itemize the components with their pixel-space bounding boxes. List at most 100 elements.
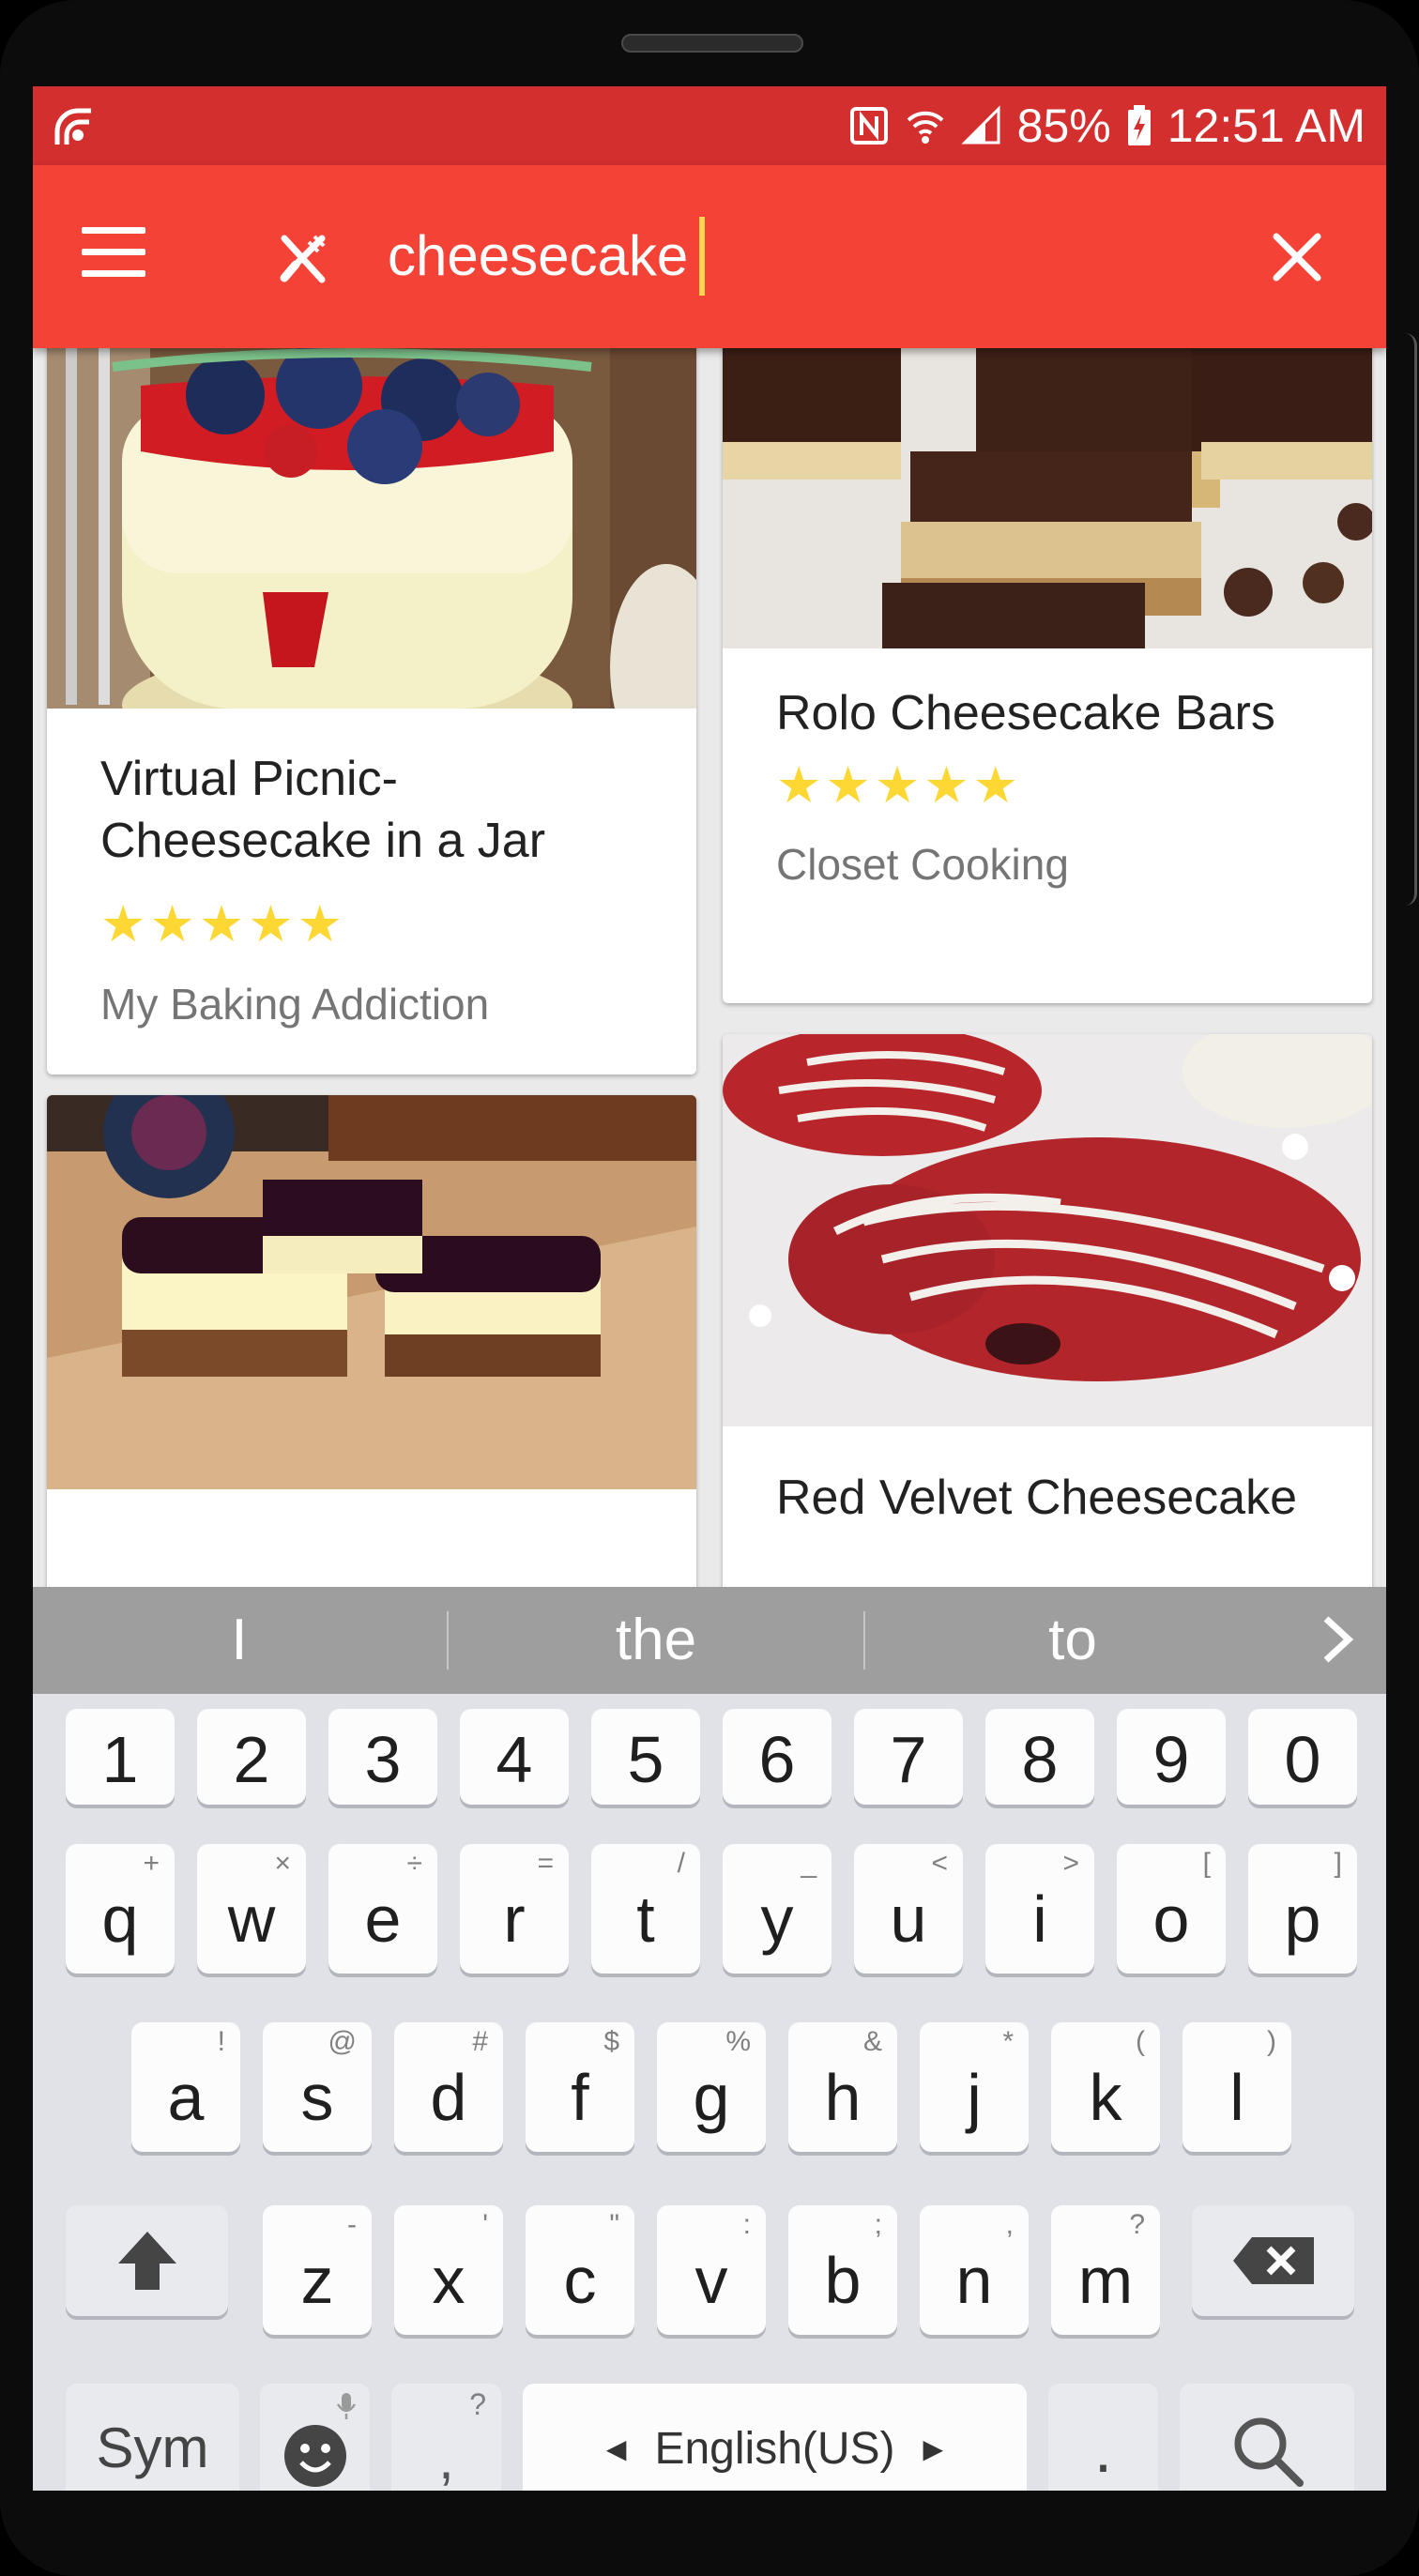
key[interactable]: z-: [263, 2205, 372, 2335]
key[interactable]: e ÷: [328, 1844, 437, 1974]
key[interactable]: 3: [328, 1709, 437, 1805]
key[interactable]: 7: [854, 1709, 963, 1805]
period-key[interactable]: .: [1048, 2384, 1158, 2491]
key[interactable]: j *: [920, 2022, 1029, 2152]
key-label: s: [300, 2061, 334, 2134]
key-label: b: [824, 2244, 862, 2317]
signal-notification-icon: [54, 108, 91, 145]
key-label: k: [1089, 2061, 1122, 2134]
language-left-arrow[interactable]: ◀: [606, 2433, 627, 2464]
keyboard-suggestion-bar: I the to: [33, 1587, 1386, 1694]
recipe-card[interactable]: Rolo Cheesecake Bars ★★★★★ Closet Cookin…: [723, 311, 1372, 1003]
language-label: English(US): [654, 2424, 895, 2474]
key[interactable]: 0: [1248, 1709, 1357, 1805]
battery-percent: 85%: [1016, 99, 1111, 152]
clock: 12:51 AM: [1167, 99, 1366, 152]
key-secondary-label: !: [217, 2026, 225, 2057]
key-label: o: [1152, 1882, 1190, 1956]
key[interactable]: y _: [723, 1844, 832, 1974]
key[interactable]: s @: [263, 2022, 372, 2152]
suggestion-item[interactable]: to: [865, 1587, 1280, 1694]
suggestion-item[interactable]: the: [449, 1587, 863, 1694]
close-icon[interactable]: [1267, 227, 1327, 287]
key[interactable]: 5: [591, 1709, 700, 1805]
key-secondary-label: &: [862, 2026, 882, 2057]
backspace-key[interactable]: [1192, 2205, 1354, 2316]
key[interactable]: f $: [526, 2022, 634, 2152]
key[interactable]: 1: [66, 1709, 175, 1805]
key-secondary-label: ': [482, 2209, 488, 2240]
key[interactable]: o[: [1117, 1844, 1226, 1974]
search-key[interactable]: [1180, 2384, 1354, 2491]
key-label: t: [636, 1882, 655, 1956]
key[interactable]: k(: [1051, 2022, 1160, 2152]
key[interactable]: p]: [1248, 1844, 1357, 1974]
key[interactable]: c ": [526, 2205, 634, 2335]
key[interactable]: l): [1182, 2022, 1291, 2152]
language-right-arrow[interactable]: ▶: [923, 2433, 944, 2464]
key-label: x: [432, 2244, 465, 2317]
status-bar: 85% 12:51 AM: [33, 86, 1386, 165]
search-query: cheesecake: [388, 224, 689, 287]
key[interactable]: b;: [788, 2205, 897, 2335]
key[interactable]: 6: [723, 1709, 832, 1805]
key[interactable]: 4: [460, 1709, 569, 1805]
key[interactable]: w ×: [197, 1844, 306, 1974]
key-label: 8: [1021, 1723, 1059, 1796]
key-secondary-label: ×: [274, 1848, 291, 1879]
key[interactable]: i >: [985, 1844, 1094, 1974]
shift-key[interactable]: [66, 2205, 228, 2316]
recipe-image: [723, 1034, 1372, 1426]
key[interactable]: v:: [657, 2205, 766, 2335]
key-label: a: [167, 2061, 205, 2134]
key[interactable]: u <: [854, 1844, 963, 1974]
key-label: 7: [890, 1723, 927, 1796]
language-switch: ◀ English(US) ▶: [523, 2423, 1027, 2475]
recipe-image: [723, 311, 1372, 648]
key-secondary-label: [: [1202, 1848, 1211, 1879]
earpiece-speaker: [621, 34, 803, 53]
key-secondary-label: #: [472, 2026, 488, 2057]
key-label: c: [563, 2244, 597, 2317]
key[interactable]: 2: [197, 1709, 306, 1805]
key[interactable]: g%: [657, 2022, 766, 2152]
suggestion-item[interactable]: I: [33, 1587, 446, 1694]
key-secondary-label: (: [1136, 2026, 1145, 2057]
space-key[interactable]: ◀ English(US) ▶: [523, 2384, 1027, 2491]
key-secondary-label: >: [1062, 1848, 1079, 1879]
key-label: 3: [364, 1723, 402, 1796]
recipe-card[interactable]: Red Velvet Cheesecake: [723, 1034, 1372, 1597]
key[interactable]: r =: [460, 1844, 569, 1974]
search-input[interactable]: cheesecake: [388, 214, 706, 298]
recipe-source: My Baking Addiction: [100, 980, 490, 1029]
key[interactable]: 9: [1117, 1709, 1226, 1805]
device-edge: [1405, 333, 1417, 906]
key-secondary-label: /: [677, 1848, 685, 1879]
screen: 85% 12:51 AM cheesecake Virtual Picnic- …: [33, 86, 1386, 2491]
key[interactable]: x ': [394, 2205, 503, 2335]
key-label: 4: [496, 1723, 533, 1796]
recipe-card[interactable]: Virtual Picnic- Cheesecake in a Jar ★★★★…: [47, 311, 696, 1075]
key[interactable]: h &: [788, 2022, 897, 2152]
recipe-title: Rolo Cheesecake Bars: [776, 686, 1275, 740]
key[interactable]: m?: [1051, 2205, 1160, 2335]
key[interactable]: a!: [131, 2022, 240, 2152]
recipe-card[interactable]: [47, 1095, 696, 1658]
key-label: r: [503, 1882, 526, 1956]
comma-key[interactable]: , ?: [391, 2384, 501, 2491]
nfc-icon: [849, 107, 888, 145]
key-label: y: [760, 1882, 794, 1956]
text-caret: [699, 217, 706, 297]
key-label: 1: [101, 1723, 139, 1796]
menu-icon[interactable]: [82, 227, 145, 283]
key[interactable]: 8: [985, 1709, 1094, 1805]
key[interactable]: d #: [394, 2022, 503, 2152]
key[interactable]: n,: [920, 2205, 1029, 2335]
key[interactable]: q +: [66, 1844, 175, 1974]
chevron-right-icon[interactable]: [1309, 1611, 1366, 1668]
sym-key[interactable]: Sym: [66, 2384, 239, 2491]
emoji-key[interactable]: [260, 2384, 370, 2491]
key-label: h: [824, 2061, 862, 2134]
key[interactable]: t /: [591, 1844, 700, 1974]
comma-label: ,: [438, 2428, 454, 2491]
